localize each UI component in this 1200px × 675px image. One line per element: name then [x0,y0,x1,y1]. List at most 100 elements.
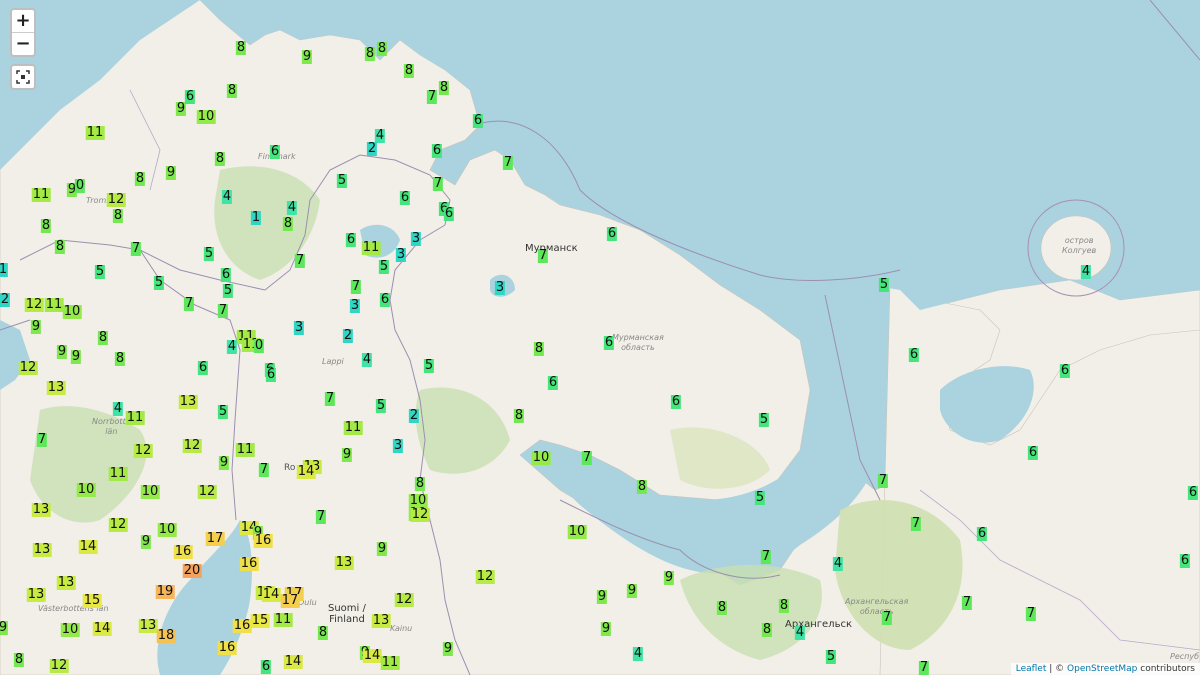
temperature-marker[interactable]: 7 [581,451,593,465]
temperature-marker[interactable]: 8 [214,152,226,166]
temperature-marker[interactable]: 14 [92,622,112,636]
temperature-marker[interactable]: 11 [235,443,255,457]
temperature-marker[interactable]: 6 [443,207,455,221]
temperature-marker[interactable]: 2 [342,329,354,343]
temperature-marker[interactable]: 12 [475,570,495,584]
temperature-marker[interactable]: 9 [341,448,353,462]
temperature-marker[interactable]: 17 [280,594,300,608]
temperature-marker[interactable]: 12 [197,485,217,499]
temperature-marker[interactable]: 6 [184,90,196,104]
temperature-marker[interactable]: 10 [196,110,216,124]
temperature-marker[interactable]: 13 [178,395,198,409]
temperature-marker[interactable]: 7 [918,661,930,675]
temperature-marker[interactable]: 5 [375,399,387,413]
temperature-marker[interactable]: 8 [282,217,294,231]
temperature-marker[interactable]: 9 [0,621,9,635]
temperature-marker[interactable]: 11 [31,188,51,202]
temperature-marker[interactable]: 9 [165,166,177,180]
temperature-marker[interactable]: 11 [125,411,145,425]
temperature-marker[interactable]: 8 [54,240,66,254]
temperature-marker[interactable]: 12 [410,508,430,522]
osm-link[interactable]: OpenStreetMap [1067,664,1137,674]
temperature-marker[interactable]: 4 [832,557,844,571]
temperature-marker[interactable]: 9 [442,642,454,656]
temperature-marker[interactable]: 7 [426,90,438,104]
temperature-marker[interactable]: 10 [62,305,82,319]
temperature-marker[interactable]: 7 [502,156,514,170]
temperature-marker[interactable]: 7 [36,433,48,447]
temperature-marker[interactable]: 12 [108,518,128,532]
temperature-marker[interactable]: 7 [350,280,362,294]
temperature-marker[interactable]: 6 [976,527,988,541]
temperature-marker[interactable]: 16 [173,545,193,559]
temperature-marker[interactable]: 1 [250,211,262,225]
temperature-marker[interactable]: 6 [1187,486,1199,500]
temperature-marker[interactable]: 6 [908,348,920,362]
temperature-marker[interactable]: 4 [374,129,386,143]
temperature-marker[interactable]: 16 [239,557,259,571]
temperature-marker[interactable]: 13 [334,556,354,570]
temperature-marker[interactable]: 9 [140,535,152,549]
temperature-marker[interactable]: 16 [232,619,252,633]
temperature-marker[interactable]: 8 [438,81,450,95]
temperature-marker[interactable]: 19 [155,585,175,599]
temperature-marker[interactable]: 8 [134,172,146,186]
temperature-marker[interactable]: 5 [378,260,390,274]
temperature-marker[interactable]: 9 [626,584,638,598]
temperature-marker[interactable]: 8 [112,209,124,223]
temperature-marker[interactable]: 11 [85,126,105,140]
temperature-marker[interactable]: 14 [261,588,281,602]
temperature-marker[interactable]: 8 [13,653,25,667]
temperature-marker[interactable]: 7 [537,249,549,263]
fit-bounds-button[interactable] [10,64,36,90]
temperature-marker[interactable]: 2 [408,409,420,423]
temperature-marker[interactable]: 6 [260,660,272,674]
temperature-marker[interactable]: 10 [567,525,587,539]
temperature-marker[interactable]: 9 [70,350,82,364]
temperature-marker[interactable]: 14 [78,540,98,554]
temperature-marker[interactable]: 7 [432,177,444,191]
temperature-marker[interactable]: 8 [226,84,238,98]
temperature-marker[interactable]: 7 [315,510,327,524]
temperature-marker[interactable]: 9 [376,542,388,556]
temperature-marker[interactable]: 11 [44,298,64,312]
temperature-marker[interactable]: 14 [296,465,316,479]
temperature-marker[interactable]: 8 [317,626,329,640]
temperature-marker[interactable]: 10 [76,483,96,497]
temperature-marker[interactable]: 6 [1179,554,1191,568]
temperature-marker[interactable]: 11 [380,656,400,670]
temperature-marker[interactable]: 6 [472,114,484,128]
temperature-marker[interactable]: 9 [218,456,230,470]
temperature-marker[interactable]: 8 [364,47,376,61]
temperature-marker[interactable]: 7 [877,474,889,488]
temperature-marker[interactable]: 6 [606,227,618,241]
temperature-marker[interactable]: 5 [878,278,890,292]
temperature-marker[interactable]: 3 [494,281,506,295]
temperature-marker[interactable]: 9 [56,345,68,359]
temperature-marker[interactable]: 8 [761,623,773,637]
temperature-marker[interactable]: 10 [531,451,551,465]
temperature-marker[interactable]: 6 [345,233,357,247]
temperature-marker[interactable]: 5 [825,650,837,664]
temperature-marker[interactable]: 5 [754,491,766,505]
temperature-marker[interactable]: 11 [361,241,381,255]
temperature-marker[interactable]: 4 [794,626,806,640]
temperature-marker[interactable]: 11 [108,467,128,481]
temperature-marker[interactable]: 4 [1080,265,1092,279]
temperature-marker[interactable]: 7 [324,392,336,406]
temperature-marker[interactable]: 12 [49,659,69,673]
temperature-marker[interactable]: 8 [716,601,728,615]
temperature-marker[interactable]: 3 [395,248,407,262]
temperature-marker[interactable]: 11 [343,421,363,435]
temperature-marker[interactable]: 12 [18,361,38,375]
temperature-marker[interactable]: 4 [361,353,373,367]
temperature-marker[interactable]: 8 [235,41,247,55]
temperature-marker[interactable]: 9 [30,320,42,334]
temperature-marker[interactable]: 7 [294,254,306,268]
temperature-marker[interactable]: 6 [220,268,232,282]
temperature-marker[interactable]: 5 [94,265,106,279]
temperature-marker[interactable]: 13 [138,619,158,633]
temperature-marker[interactable]: 6 [1059,364,1071,378]
temperature-marker[interactable]: 6 [670,395,682,409]
temperature-marker[interactable]: 4 [221,190,233,204]
